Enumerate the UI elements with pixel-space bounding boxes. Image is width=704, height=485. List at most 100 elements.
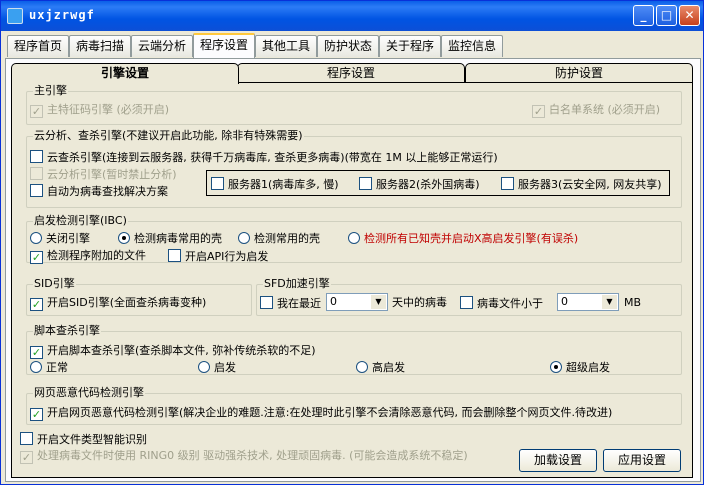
cloud-analysis-label: 云分析引擎(暂时禁止分析) <box>47 168 177 181</box>
server-3-label: 服务器3(云安全网, 网友共享) <box>518 178 662 191</box>
sfd-days-select[interactable]: 0 ▼ <box>326 293 388 311</box>
ring0-label: 处理病毒文件时使用 RING0 级别 驱动强杀技术, 处理顽固病毒. (可能会造… <box>37 449 468 462</box>
heuristic-common-shell-radio[interactable]: 检测常用的壳 <box>238 232 320 245</box>
checkbox-box <box>30 184 43 197</box>
attached-files-checkbox[interactable]: ✓ 检测程序附加的文件 <box>30 249 146 264</box>
auto-solution-checkbox[interactable]: 自动为病毒查找解决方案 <box>30 184 168 198</box>
script-level-high-radio[interactable]: 高启发 <box>356 361 405 374</box>
maximize-button[interactable]: □ <box>656 5 677 26</box>
signature-engine-checkbox[interactable]: ✓ 主特征码引擎 (必须开启) <box>30 103 169 118</box>
checkbox-box <box>501 177 514 190</box>
heuristic-engine-title: 启发检测引擎(IBC) <box>34 214 127 227</box>
server-select-box: 服务器1(病毒库多, 慢) 服务器2(杀外国病毒) 服务器3(云安全网, 网友共… <box>206 170 670 196</box>
app-window: uxjzrwgf _ □ ✕ 程序首页 病毒扫描 云端分析 程序设置 其他工具 … <box>0 0 704 485</box>
heuristic-common-shell-label: 检测常用的壳 <box>254 232 320 245</box>
app-icon <box>7 8 23 24</box>
tab-about[interactable]: 关于程序 <box>379 35 441 57</box>
check-icon: ✓ <box>20 451 33 464</box>
script-level-super-radio[interactable]: 超级启发 <box>550 361 610 374</box>
sfd-size-label: 病毒文件小于 <box>477 297 543 310</box>
whitelist-checkbox[interactable]: ✓ 白名单系统 (必须开启) <box>532 103 660 118</box>
cloud-engine-title: 云分析、查杀引擎(不建议开启此功能, 除非有特殊需要) <box>34 129 303 142</box>
script-level-high-label: 高启发 <box>372 361 405 374</box>
sfd-size-unit: MB <box>624 296 642 309</box>
script-level-super-label: 超级启发 <box>566 361 610 374</box>
cloud-kill-checkbox[interactable]: 云查杀引擎(连接到云服务器, 获得千万病毒库, 查杀更多病毒)(带宽在 1M 以… <box>30 150 498 164</box>
tab-cloud-analysis[interactable]: 云端分析 <box>131 35 193 57</box>
sub-tab-bar: 引擎设置 程序设置 防护设置 <box>11 63 693 84</box>
sfd-recent-label: 我在最近 <box>277 297 321 310</box>
cloud-analysis-checkbox[interactable]: 云分析引擎(暂时禁止分析) <box>30 167 177 181</box>
window-title: uxjzrwgf <box>29 8 95 22</box>
server-2-label: 服务器2(杀外国病毒) <box>376 178 480 191</box>
subtab-program-settings[interactable]: 程序设置 <box>237 63 465 83</box>
server-1-label: 服务器1(病毒库多, 慢) <box>228 178 339 191</box>
chevron-down-icon[interactable]: ▼ <box>371 295 386 309</box>
tab-virus-scan[interactable]: 病毒扫描 <box>69 35 131 57</box>
script-enable-label: 开启脚本查杀引擎(查杀脚本文件, 弥补传统杀软的不足) <box>47 344 316 357</box>
sfd-days-suffix: 天中的病毒 <box>392 296 447 309</box>
check-icon: ✓ <box>30 105 43 118</box>
heuristic-off-label: 关闭引擎 <box>46 232 90 245</box>
heuristic-off-radio[interactable]: 关闭引擎 <box>30 232 90 245</box>
sfd-size-checkbox[interactable]: 病毒文件小于 <box>460 296 543 310</box>
tab-home[interactable]: 程序首页 <box>7 35 69 57</box>
checkbox-box <box>359 177 372 190</box>
check-icon: ✓ <box>30 408 43 421</box>
server-1-checkbox[interactable]: 服务器1(病毒库多, 慢) <box>211 177 339 191</box>
api-behavior-label: 开启API行为启发 <box>185 250 269 263</box>
web-engine-title: 网页恶意代码检测引擎 <box>34 386 144 399</box>
sid-engine-title: SID引擎 <box>34 277 75 290</box>
ring0-checkbox[interactable]: ✓ 处理病毒文件时使用 RING0 级别 驱动强杀技术, 处理顽固病毒. (可能会… <box>20 449 468 464</box>
script-level-normal-radio[interactable]: 正常 <box>30 361 68 374</box>
check-icon: ✓ <box>30 346 43 359</box>
sfd-size-value: 0 <box>561 295 568 308</box>
tab-monitor-info[interactable]: 监控信息 <box>441 35 503 57</box>
heuristic-all-shell-radio[interactable]: 检测所有已知壳并启动X高启发引擎(有误杀) <box>348 232 578 245</box>
radio-dot <box>238 232 250 244</box>
script-level-heuristic-label: 启发 <box>214 361 236 374</box>
check-icon: ✓ <box>30 298 43 311</box>
heuristic-virus-shell-radio[interactable]: 检测病毒常用的壳 <box>118 232 222 245</box>
attached-files-label: 检测程序附加的文件 <box>47 249 146 262</box>
server-2-checkbox[interactable]: 服务器2(杀外国病毒) <box>359 177 480 191</box>
checkbox-box <box>30 150 43 163</box>
engine-settings-panel: 主引擎 ✓ 主特征码引擎 (必须开启) ✓ 白名单系统 (必须开启) 云分析、查杀引… <box>11 82 693 478</box>
script-enable-checkbox[interactable]: ✓ 开启脚本查杀引擎(查杀脚本文件, 弥补传统杀软的不足) <box>30 344 316 359</box>
tab-other-tools[interactable]: 其他工具 <box>255 35 317 57</box>
radio-dot <box>30 361 42 373</box>
chevron-down-icon[interactable]: ▼ <box>602 295 617 309</box>
radio-dot <box>198 361 210 373</box>
check-icon: ✓ <box>30 251 43 264</box>
minimize-button[interactable]: _ <box>633 5 654 26</box>
tab-program-settings[interactable]: 程序设置 <box>193 33 255 58</box>
script-level-heuristic-radio[interactable]: 启发 <box>198 361 236 374</box>
close-button[interactable]: ✕ <box>679 5 700 26</box>
radio-dot <box>356 361 368 373</box>
load-settings-button[interactable]: 加载设置 <box>519 449 597 472</box>
tab-protection-status[interactable]: 防护状态 <box>317 35 379 57</box>
checkbox-box <box>20 432 33 445</box>
signature-engine-label: 主特征码引擎 (必须开启) <box>47 103 170 116</box>
script-engine-title: 脚本查杀引擎 <box>34 324 100 337</box>
heuristic-virus-shell-label: 检测病毒常用的壳 <box>134 232 222 245</box>
api-behavior-checkbox[interactable]: 开启API行为启发 <box>168 249 268 263</box>
file-type-checkbox[interactable]: 开启文件类型智能识别 <box>20 432 147 446</box>
subtab-protection-settings[interactable]: 防护设置 <box>465 63 693 83</box>
radio-dot <box>348 232 360 244</box>
cloud-kill-label: 云查杀引擎(连接到云服务器, 获得千万病毒库, 查杀更多病毒)(带宽在 1M 以… <box>47 151 498 164</box>
radio-dot <box>550 361 562 373</box>
sid-enable-checkbox[interactable]: ✓ 开启SID引擎(全面查杀病毒变种) <box>30 296 206 311</box>
subtab-engine-settings[interactable]: 引擎设置 <box>11 63 239 84</box>
sfd-size-select[interactable]: 0 ▼ <box>557 293 619 311</box>
web-enable-checkbox[interactable]: ✓ 开启网页恶意代码检测引擎(解决企业的难题.注意:在处理时此引擎不会清除恶意代码… <box>30 406 612 421</box>
checkbox-box <box>260 296 273 309</box>
heuristic-all-shell-label: 检测所有已知壳并启动X高启发引擎(有误杀) <box>364 232 579 245</box>
check-icon: ✓ <box>532 105 545 118</box>
file-type-label: 开启文件类型智能识别 <box>37 433 147 446</box>
apply-settings-button[interactable]: 应用设置 <box>603 449 681 472</box>
server-3-checkbox[interactable]: 服务器3(云安全网, 网友共享) <box>501 177 662 191</box>
title-bar[interactable]: uxjzrwgf _ □ ✕ <box>1 1 703 31</box>
sfd-engine-title: SFD加速引擎 <box>264 277 330 290</box>
sfd-recent-checkbox[interactable]: 我在最近 <box>260 296 321 310</box>
